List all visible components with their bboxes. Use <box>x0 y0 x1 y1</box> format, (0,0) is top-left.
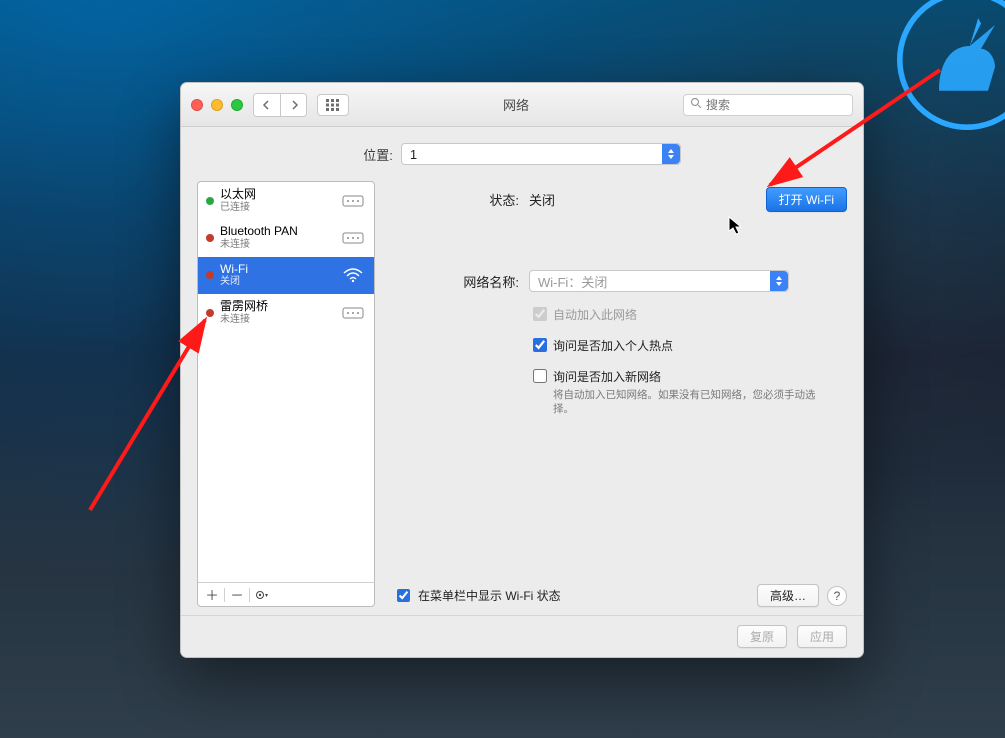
status-dot-red <box>206 309 214 317</box>
ethernet-icon <box>340 303 366 323</box>
interfaces-sidebar: 以太网 已连接 Bluetooth PAN 未连接 <box>197 181 375 607</box>
status-row: 状态: 关闭 打开 Wi-Fi <box>389 187 847 212</box>
interface-status: 未连接 <box>220 314 334 326</box>
add-interface-button[interactable]: ＋ <box>200 584 224 606</box>
interface-settings-button[interactable] <box>250 584 274 606</box>
status-value: 关闭 <box>529 190 555 209</box>
ask-hotspot-checkbox[interactable] <box>533 338 547 352</box>
bottom-bar: 复原 应用 <box>181 615 863 657</box>
traffic-lights <box>191 99 243 111</box>
auto-join-row: 自动加入此网络 <box>533 306 847 323</box>
interface-item-thunderbolt-bridge[interactable]: 雷雳网桥 未连接 <box>198 294 374 331</box>
forward-button[interactable] <box>280 94 306 116</box>
advanced-button[interactable]: 高级… <box>757 584 819 607</box>
network-name-value: Wi-Fi：关闭 <box>538 272 607 291</box>
ethernet-icon <box>340 191 366 211</box>
interface-name: 以太网 <box>220 188 334 202</box>
location-row: 位置: 1 <box>181 127 863 173</box>
location-label: 位置: <box>363 145 393 164</box>
interface-status: 关闭 <box>220 276 334 288</box>
select-arrows-icon <box>662 144 680 164</box>
status-dot-green <box>206 197 214 205</box>
search-icon <box>690 97 702 112</box>
window-title: 网络 <box>359 95 673 114</box>
menubar-status-row: 在菜单栏中显示 Wi-Fi 状态 高级… ? <box>389 584 847 607</box>
ask-new-row: 询问是否加入新网络 <box>533 368 847 385</box>
sidebar-footer: ＋ － <box>198 582 374 606</box>
search-input[interactable] <box>706 98 861 112</box>
revert-button[interactable]: 复原 <box>737 625 787 648</box>
select-arrows-icon <box>770 271 788 291</box>
ask-new-checkbox[interactable] <box>533 369 547 383</box>
close-button[interactable] <box>191 99 203 111</box>
location-value: 1 <box>410 147 417 162</box>
window-body: 以太网 已连接 Bluetooth PAN 未连接 <box>181 173 863 615</box>
interface-name: Wi-Fi <box>220 263 334 277</box>
window-titlebar: 网络 <box>181 83 863 127</box>
network-name-label: 网络名称: <box>389 272 519 291</box>
minimize-button[interactable] <box>211 99 223 111</box>
interface-status: 未连接 <box>220 239 334 251</box>
ethernet-icon <box>340 228 366 248</box>
detail-pane: 状态: 关闭 打开 Wi-Fi 网络名称: Wi-Fi：关闭 <box>389 181 847 607</box>
status-dot-red <box>206 234 214 242</box>
network-name-row: 网络名称: Wi-Fi：关闭 <box>389 270 847 292</box>
status-label: 状态: <box>389 190 519 209</box>
apply-button[interactable]: 应用 <box>797 625 847 648</box>
network-name-select[interactable]: Wi-Fi：关闭 <box>529 270 789 292</box>
back-button[interactable] <box>254 94 280 116</box>
maximize-button[interactable] <box>231 99 243 111</box>
interface-item-wifi[interactable]: Wi-Fi 关闭 <box>198 257 374 294</box>
show-menubar-label: 在菜单栏中显示 Wi-Fi 状态 <box>418 587 561 604</box>
interface-name: Bluetooth PAN <box>220 225 334 239</box>
interface-item-ethernet[interactable]: 以太网 已连接 <box>198 182 374 219</box>
interface-name: 雷雳网桥 <box>220 300 334 314</box>
location-select[interactable]: 1 <box>401 143 681 165</box>
ask-hotspot-row: 询问是否加入个人热点 <box>533 337 847 354</box>
remove-interface-button[interactable]: － <box>225 584 249 606</box>
search-field[interactable] <box>683 94 853 116</box>
interfaces-list: 以太网 已连接 Bluetooth PAN 未连接 <box>198 182 374 582</box>
ask-new-help-text: 将自动加入已知网络。如果没有已知网络，您必须手动选择。 <box>553 388 823 416</box>
network-prefs-window: 网络 位置: 1 以太网 已连接 <box>180 82 864 658</box>
show-all-button[interactable] <box>317 94 349 116</box>
turn-on-wifi-button[interactable]: 打开 Wi-Fi <box>766 187 847 212</box>
interface-status: 已连接 <box>220 202 334 214</box>
auto-join-checkbox <box>533 307 547 321</box>
show-menubar-checkbox[interactable] <box>397 589 410 602</box>
ask-hotspot-label: 询问是否加入个人热点 <box>553 337 673 354</box>
ask-new-label: 询问是否加入新网络 <box>553 368 661 385</box>
wifi-icon <box>340 265 366 285</box>
help-button[interactable]: ? <box>827 586 847 606</box>
nav-buttons <box>253 93 307 117</box>
interface-item-bluetooth-pan[interactable]: Bluetooth PAN 未连接 <box>198 219 374 256</box>
status-dot-red <box>206 271 214 279</box>
auto-join-label: 自动加入此网络 <box>553 306 637 323</box>
unicorn-emblem <box>897 0 1005 130</box>
